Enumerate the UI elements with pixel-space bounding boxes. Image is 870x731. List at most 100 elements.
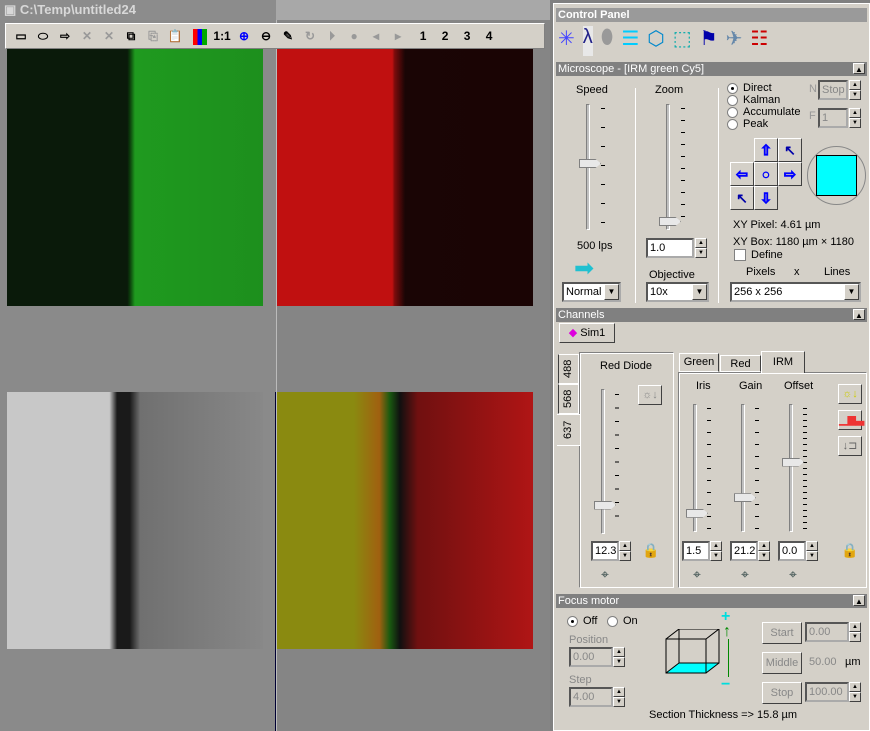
- gain-slider[interactable]: [741, 404, 745, 532]
- loop-icon[interactable]: ↻: [299, 25, 321, 47]
- tab-637[interactable]: 637: [557, 414, 581, 446]
- prev-icon[interactable]: ◂: [365, 25, 387, 47]
- objective-select[interactable]: 10x ▼: [646, 282, 709, 302]
- gain-input[interactable]: 21.2: [730, 541, 758, 561]
- pan-right-button[interactable]: ⇨: [778, 162, 802, 186]
- rectangle-icon[interactable]: ▭: [10, 25, 32, 47]
- n-spinner[interactable]: ▲ ▼: [849, 80, 861, 100]
- focus-on-radio[interactable]: [607, 616, 618, 627]
- histogram-button[interactable]: ▁▆▃: [838, 410, 864, 430]
- scan-mode-select[interactable]: Normal ▼: [562, 282, 621, 302]
- rotate-right-button[interactable]: ↖: [730, 186, 754, 210]
- channel-1-button[interactable]: 1: [412, 25, 434, 47]
- play-icon[interactable]: ⏵: [321, 25, 343, 47]
- lock-icon[interactable]: 🔒: [642, 542, 659, 559]
- next-icon[interactable]: ▸: [387, 25, 409, 47]
- offset-input[interactable]: 0.0: [778, 541, 806, 561]
- ellipse-icon[interactable]: ⬭: [32, 25, 54, 47]
- pan-left-button[interactable]: ⇦: [730, 162, 754, 186]
- zoom-in-icon[interactable]: ⊕: [233, 25, 255, 47]
- section-icon[interactable]: ⬚: [673, 26, 692, 56]
- pan-up-button[interactable]: ⇧: [754, 138, 778, 162]
- gain-spinner[interactable]: ▲ ▼: [758, 541, 770, 561]
- collapse-channels-button[interactable]: ▲: [853, 309, 865, 320]
- mode-peak-radio[interactable]: [727, 119, 738, 130]
- one-to-one-button[interactable]: 1:1: [211, 25, 233, 47]
- crosshair-icon[interactable]: ⌖: [789, 566, 797, 583]
- chevron-down-icon[interactable]: ▼: [692, 284, 707, 300]
- chevron-down-icon[interactable]: ▼: [604, 284, 619, 300]
- draw-icon[interactable]: ✎: [277, 25, 299, 47]
- mode-accumulate-radio[interactable]: [727, 107, 738, 118]
- stop-spinner[interactable]: ▲ ▼: [849, 682, 861, 702]
- channel-routing-icon[interactable]: ☷: [750, 26, 768, 56]
- rotate-left-button[interactable]: ↖: [778, 138, 802, 162]
- tab-568[interactable]: 568: [558, 384, 579, 414]
- step-spinner[interactable]: ▲ ▼: [613, 687, 625, 707]
- auto-detector-button[interactable]: ☼↓: [838, 384, 862, 404]
- scan-area-box[interactable]: [816, 155, 857, 196]
- merged-channel-image[interactable]: [277, 392, 533, 649]
- n-input[interactable]: Stop: [818, 80, 848, 100]
- stack-icon[interactable]: ☰: [621, 26, 639, 56]
- position-spinner[interactable]: ▲ ▼: [613, 647, 625, 667]
- channel-2-button[interactable]: 2: [434, 25, 456, 47]
- resolution-select[interactable]: 256 x 256 ▼: [730, 282, 861, 302]
- copy-icon[interactable]: ⎘: [142, 25, 164, 47]
- laser-icon[interactable]: ✳: [558, 26, 575, 56]
- lut-icon[interactable]: [193, 29, 208, 46]
- iris-input[interactable]: 1.5: [682, 541, 710, 561]
- auto-laser-button[interactable]: ☼↓: [638, 385, 662, 405]
- diode-spinner[interactable]: ▲ ▼: [619, 541, 631, 561]
- define-checkbox[interactable]: [734, 249, 746, 261]
- position-input[interactable]: 0.00: [569, 647, 613, 667]
- channel-3-button[interactable]: 3: [456, 25, 478, 47]
- start-button[interactable]: Start: [762, 622, 802, 644]
- zoom-out-icon[interactable]: ⊖: [255, 25, 277, 47]
- collapse-microscope-button[interactable]: ▲: [853, 63, 865, 74]
- start-spinner[interactable]: ▲ ▼: [849, 622, 861, 642]
- crosshair-icon[interactable]: ⌖: [693, 566, 701, 583]
- zoom-input[interactable]: 1.0: [646, 238, 694, 258]
- irm-channel-image[interactable]: [7, 392, 263, 649]
- crosshair-icon[interactable]: ⌖: [741, 566, 749, 583]
- sim1-button[interactable]: ◆ Sim1: [559, 323, 615, 343]
- stop-button[interactable]: Stop: [762, 682, 802, 704]
- zoom-spinner[interactable]: ▲ ▼: [695, 238, 707, 258]
- pan-down-button[interactable]: ⇩: [754, 186, 778, 210]
- tab-green[interactable]: Green: [679, 353, 719, 372]
- f-spinner[interactable]: ▲ ▼: [849, 108, 861, 128]
- diode-slider[interactable]: [601, 389, 605, 534]
- center-button[interactable]: ○: [754, 162, 778, 186]
- lamp-icon[interactable]: ⚑: [700, 26, 718, 56]
- zoom-slider[interactable]: [666, 104, 670, 230]
- microscope-icon[interactable]: ✈: [726, 26, 743, 56]
- step-input[interactable]: 4.00: [569, 687, 613, 707]
- paste-icon[interactable]: 📋: [164, 25, 186, 47]
- zoom-slider-thumb[interactable]: [659, 217, 681, 226]
- mode-kalman-radio[interactable]: [727, 95, 738, 106]
- select-icon[interactable]: ⧉: [120, 25, 142, 47]
- iris-spinner[interactable]: ▲ ▼: [710, 541, 722, 561]
- polygon-icon[interactable]: ⇨: [54, 25, 76, 47]
- delete-all-icon[interactable]: ✕: [98, 25, 120, 47]
- tab-488[interactable]: 488: [558, 354, 579, 384]
- offset-spinner[interactable]: ▲ ▼: [806, 541, 818, 561]
- collapse-focus-button[interactable]: ▲: [853, 595, 865, 606]
- lock-icon[interactable]: 🔒: [841, 542, 858, 559]
- diode-input[interactable]: 12.3: [591, 541, 619, 561]
- channel-4-button[interactable]: 4: [478, 25, 500, 47]
- detector-settings-button[interactable]: ↓⊐: [838, 436, 862, 456]
- record-icon[interactable]: ●: [343, 25, 365, 47]
- focus-off-radio[interactable]: [567, 616, 578, 627]
- sample-icon[interactable]: ⬮: [601, 26, 614, 56]
- speed-slider-thumb[interactable]: [579, 159, 601, 168]
- red-channel-image[interactable]: [277, 49, 533, 306]
- tab-red[interactable]: Red: [720, 355, 761, 372]
- 3d-icon[interactable]: ⬡: [647, 26, 664, 56]
- f-input[interactable]: 1: [818, 108, 848, 128]
- lambda-icon[interactable]: λ: [582, 26, 593, 56]
- start-input[interactable]: 0.00: [805, 622, 849, 642]
- tab-irm[interactable]: IRM: [761, 351, 805, 373]
- stop-input[interactable]: 100.00: [805, 682, 849, 702]
